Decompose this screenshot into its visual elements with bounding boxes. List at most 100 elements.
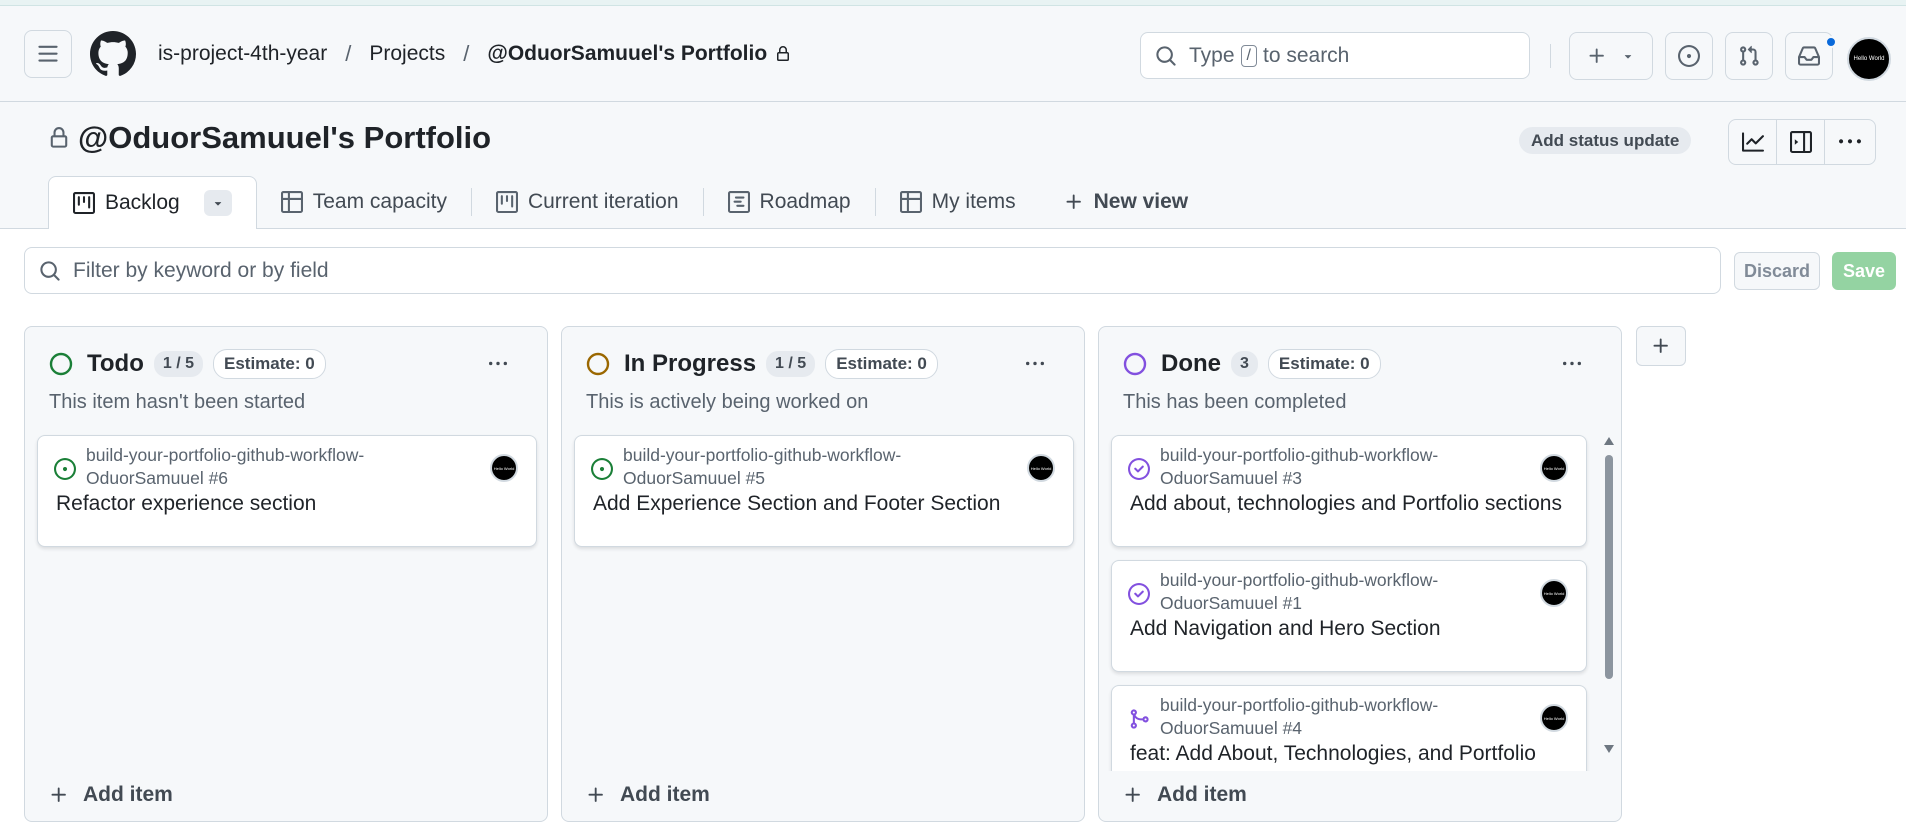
add-item-button[interactable]: Add item <box>586 783 710 807</box>
filter-input[interactable]: Filter by keyword or by field <box>24 247 1721 294</box>
column-header: Todo 1 / 5 Estimate: 0 <box>49 349 326 379</box>
project-title: @OduorSamuuel's Portfolio <box>48 120 491 156</box>
more-options-button[interactable] <box>1825 120 1875 164</box>
search-input[interactable]: Type / to search <box>1140 32 1530 79</box>
tab-roadmap[interactable]: Roadmap <box>704 176 875 228</box>
column-header: In Progress 1 / 5 Estimate: 0 <box>586 349 938 379</box>
insights-button[interactable] <box>1729 120 1777 164</box>
menu-button[interactable] <box>24 29 72 78</box>
project-card[interactable]: build-your-portfolio-github-workflow-Odu… <box>37 435 537 547</box>
hamburger-icon <box>38 45 58 62</box>
discard-button[interactable]: Discard <box>1734 252 1820 290</box>
pull-requests-button[interactable] <box>1725 32 1773 80</box>
card-title[interactable]: Refactor experience section <box>56 492 316 516</box>
git-merge-icon <box>1130 709 1149 729</box>
add-column-button[interactable] <box>1636 326 1686 366</box>
column-name: In Progress <box>624 350 757 377</box>
search-icon <box>40 260 60 281</box>
view-options-dropdown[interactable] <box>203 190 232 216</box>
search-shortcut-key: / <box>1240 44 1257 67</box>
breadcrumb-project[interactable]: @OduorSamuuel's Portfolio <box>487 42 767 66</box>
plus-icon <box>588 787 603 802</box>
project-title-text[interactable]: @OduorSamuuel's Portfolio <box>78 120 491 156</box>
column-counter: 3 <box>1231 351 1258 377</box>
tab-label: My items <box>931 190 1016 213</box>
user-avatar[interactable]: Hello World <box>1847 37 1891 81</box>
assignee-avatar[interactable]: Hello World <box>490 454 518 482</box>
breadcrumb-separator: / <box>345 40 352 66</box>
card-repo-ref[interactable]: build-your-portfolio-github-workflow-Odu… <box>1160 444 1540 490</box>
assignee-avatar[interactable]: Hello World <box>1540 704 1568 732</box>
card-repo-ref[interactable]: build-your-portfolio-github-workflow-Odu… <box>1160 694 1540 740</box>
project-actions <box>1728 119 1876 165</box>
kebab-horizontal-icon[interactable] <box>1559 355 1585 373</box>
plus-icon <box>1589 48 1604 63</box>
assignee-avatar[interactable]: Hello World <box>1027 454 1055 482</box>
lock-icon <box>50 127 68 148</box>
project-card[interactable]: build-your-portfolio-github-workflow-Odu… <box>1111 435 1587 547</box>
breadcrumb-projects[interactable]: Projects <box>369 42 445 66</box>
issue-opened-icon <box>54 458 76 480</box>
triangle-down-icon <box>214 202 221 206</box>
card-title[interactable]: Add about, technologies and Portfolio se… <box>1130 492 1562 516</box>
tab-current-iteration[interactable]: Current iteration <box>472 176 703 228</box>
card-repo-ref[interactable]: build-your-portfolio-github-workflow-Odu… <box>623 444 1003 490</box>
card-title[interactable]: feat: Add About, Technologies, and Portf… <box>1130 742 1536 766</box>
notification-dot <box>1825 36 1837 48</box>
avatar-text: Hello World <box>1543 590 1565 596</box>
card-repo-ref[interactable]: build-your-portfolio-github-workflow-Odu… <box>1160 569 1540 615</box>
card-list: build-your-portfolio-github-workflow-Odu… <box>25 431 547 771</box>
tab-backlog[interactable]: Backlog <box>48 176 257 229</box>
tab-my-items[interactable]: My items <box>876 176 1040 228</box>
kebab-horizontal-icon <box>1839 139 1861 144</box>
create-new-button[interactable] <box>1569 32 1653 80</box>
tab-label: Team capacity <box>312 190 447 213</box>
table-icon <box>899 191 922 213</box>
project-card[interactable]: build-your-portfolio-github-workflow-Odu… <box>1111 685 1587 771</box>
issues-icon <box>1678 45 1700 67</box>
kebab-horizontal-icon[interactable] <box>485 355 511 373</box>
tab-label: Roadmap <box>759 190 851 213</box>
column-name: Todo <box>87 350 144 377</box>
breadcrumb: is-project-4th-year / Projects / @OduorS… <box>158 41 791 67</box>
issue-closed-icon <box>1128 458 1150 480</box>
project-card[interactable]: build-your-portfolio-github-workflow-Odu… <box>574 435 1074 547</box>
card-title[interactable]: Add Experience Section and Footer Sectio… <box>593 492 1000 516</box>
github-logo-icon[interactable] <box>90 30 136 77</box>
view-tabs: Backlog Team capacity Current iteration … <box>48 176 1213 229</box>
add-status-update-button[interactable]: Add status update <box>1519 127 1692 154</box>
lock-icon <box>777 45 790 61</box>
board-icon <box>495 191 518 213</box>
add-item-label: Add item <box>1157 783 1247 806</box>
column-estimate: Estimate: 0 <box>213 349 326 379</box>
roadmap-icon <box>727 191 750 213</box>
project-card[interactable]: build-your-portfolio-github-workflow-Odu… <box>1111 560 1587 672</box>
issue-closed-icon <box>1128 583 1150 605</box>
assignee-avatar[interactable]: Hello World <box>1540 454 1568 482</box>
filter-placeholder: Filter by keyword or by field <box>73 258 329 282</box>
column-in-progress: In Progress 1 / 5 Estimate: 0 This is ac… <box>561 326 1085 822</box>
card-repo-ref[interactable]: build-your-portfolio-github-workflow-Odu… <box>86 444 466 490</box>
add-item-label: Add item <box>620 783 710 806</box>
card-list-scrollbar[interactable] <box>1603 433 1615 757</box>
add-item-label: Add item <box>83 783 173 806</box>
search-prefix: Type <box>1189 43 1235 67</box>
kebab-horizontal-icon[interactable] <box>1022 355 1048 373</box>
tab-label: Current iteration <box>527 190 679 213</box>
assignee-avatar[interactable]: Hello World <box>1540 579 1568 607</box>
new-view-button[interactable]: New view <box>1040 176 1213 228</box>
card-title[interactable]: Add Navigation and Hero Section <box>1130 617 1441 641</box>
tab-label: New view <box>1093 190 1189 213</box>
triangle-down-icon <box>1624 55 1632 59</box>
graph-icon <box>1741 132 1764 152</box>
side-panel-button[interactable] <box>1777 120 1825 164</box>
save-button[interactable]: Save <box>1832 252 1896 290</box>
tab-team-capacity[interactable]: Team capacity <box>257 176 471 228</box>
card-list: build-your-portfolio-github-workflow-Odu… <box>562 431 1084 771</box>
issues-button[interactable] <box>1665 32 1713 80</box>
card-list: build-your-portfolio-github-workflow-Odu… <box>1099 431 1599 771</box>
avatar-text: Hello World <box>493 465 515 471</box>
breadcrumb-owner[interactable]: is-project-4th-year <box>158 42 327 66</box>
add-item-button[interactable]: Add item <box>49 783 173 807</box>
add-item-button[interactable]: Add item <box>1123 783 1247 807</box>
